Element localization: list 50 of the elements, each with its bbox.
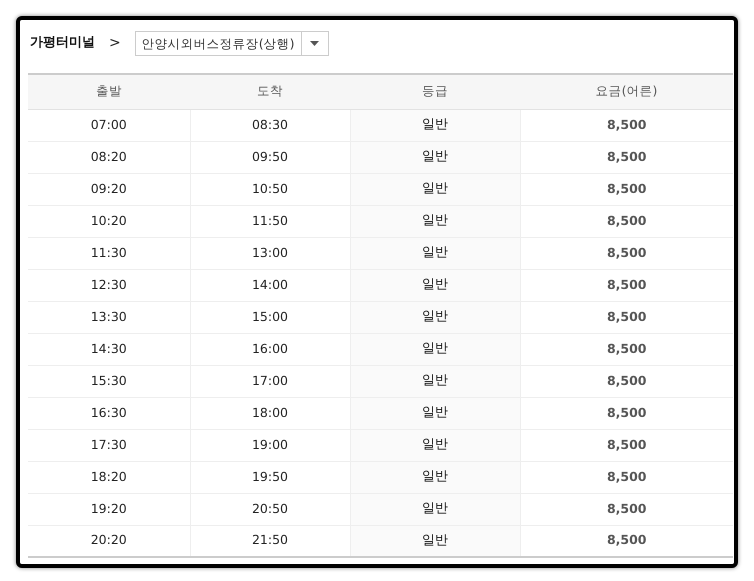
table-cell: 8,500: [520, 461, 733, 493]
table-cell: 11:30: [28, 237, 190, 269]
table-cell: 일반: [350, 493, 520, 525]
table-cell: 8,500: [520, 365, 733, 397]
dropdown-caret-icon: [310, 40, 319, 46]
table-cell: 15:30: [28, 365, 190, 397]
table-cell: 8,500: [520, 205, 733, 237]
table-cell: 8,500: [520, 269, 733, 301]
table-cell: 8,500: [520, 429, 733, 461]
table-cell: 09:20: [28, 173, 190, 205]
column-header: 출발: [28, 74, 190, 109]
table-cell: 일반: [350, 397, 520, 429]
breadcrumb-separator: >: [109, 34, 121, 52]
table-cell: 일반: [350, 269, 520, 301]
table-cell: 10:20: [28, 205, 190, 237]
table-cell: 20:20: [28, 525, 190, 557]
table-cell: 12:30: [28, 269, 190, 301]
table-cell: 19:20: [28, 493, 190, 525]
table-cell: 일반: [350, 205, 520, 237]
table-cell: 8,500: [520, 237, 733, 269]
table-cell: 8,500: [520, 333, 733, 365]
route-select[interactable]: 안양시외버스정류장(상행): [134, 30, 328, 56]
table-cell: 일반: [350, 333, 520, 365]
table-cell: 8,500: [520, 397, 733, 429]
table-cell: 일반: [350, 525, 520, 557]
table-cell: 8,500: [520, 141, 733, 173]
table-cell: 14:30: [28, 333, 190, 365]
table-cell: 07:00: [28, 109, 190, 141]
table-cell: 8,500: [520, 109, 733, 141]
column-header: 등급: [350, 74, 520, 109]
table-cell: 일반: [350, 109, 520, 141]
table-cell: 8,500: [520, 525, 733, 557]
column-header: 도착: [190, 74, 350, 109]
column-header: 요금(어른): [520, 74, 733, 109]
table-cell: 08:20: [28, 141, 190, 173]
table-cell: 일반: [350, 365, 520, 397]
table-cell: 18:20: [28, 461, 190, 493]
table-cell: 13:30: [28, 301, 190, 333]
table-cell: 일반: [350, 461, 520, 493]
table-cell: 8,500: [520, 173, 733, 205]
table-cell: 17:30: [28, 429, 190, 461]
terminal-name: 가평터미널: [30, 34, 95, 52]
table-cell: 일반: [350, 301, 520, 333]
table-cell: 일반: [350, 173, 520, 205]
table-cell: 일반: [350, 237, 520, 269]
table-cell: 일반: [350, 141, 520, 173]
table-cell: 8,500: [520, 301, 733, 333]
table-cell: 일반: [350, 429, 520, 461]
table-cell: 8,500: [520, 493, 733, 525]
table-cell: 16:30: [28, 397, 190, 429]
